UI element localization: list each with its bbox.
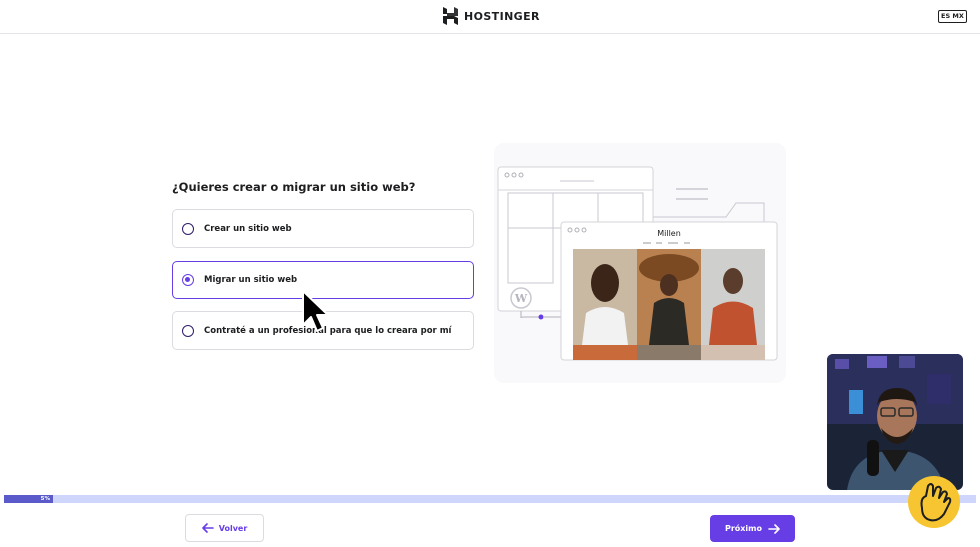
option-create-website[interactable]: Crear un sitio web xyxy=(172,209,474,248)
wordpress-icon: W xyxy=(510,287,532,309)
svg-text:W: W xyxy=(514,292,528,305)
radio-icon[interactable] xyxy=(182,222,194,235)
progress-label: 5% xyxy=(40,496,50,502)
option-label: Migrar un sitio web xyxy=(204,275,298,285)
mouse-cursor-icon xyxy=(302,290,329,332)
back-button[interactable]: Volver xyxy=(185,514,264,542)
pointing-hand-icon xyxy=(908,476,960,528)
back-button-label: Volver xyxy=(218,523,248,533)
option-label: Crear un sitio web xyxy=(204,223,292,234)
next-button-label: Próximo xyxy=(724,524,763,533)
progress-bar: 5% xyxy=(4,495,976,503)
migration-illustration: W Millen xyxy=(494,143,786,383)
site-title: Millen xyxy=(657,229,681,238)
question-title: ¿Quieres crear o migrar un sitio web? xyxy=(172,180,416,194)
radio-icon[interactable] xyxy=(182,274,194,286)
arrow-left-icon xyxy=(201,523,214,533)
radio-icon[interactable] xyxy=(182,324,194,337)
language-selector[interactable]: ES MX xyxy=(938,10,967,23)
hostinger-logo[interactable]: HOSTINGER xyxy=(443,7,540,25)
hostinger-logo-icon xyxy=(443,7,458,25)
progress-fill: 5% xyxy=(4,495,53,503)
arrow-right-icon xyxy=(768,523,780,534)
brand-name: HOSTINGER xyxy=(464,9,540,23)
next-button[interactable]: Próximo xyxy=(710,515,795,542)
top-header: HOSTINGER ES MX xyxy=(0,0,980,34)
webcam-overlay xyxy=(827,354,963,490)
